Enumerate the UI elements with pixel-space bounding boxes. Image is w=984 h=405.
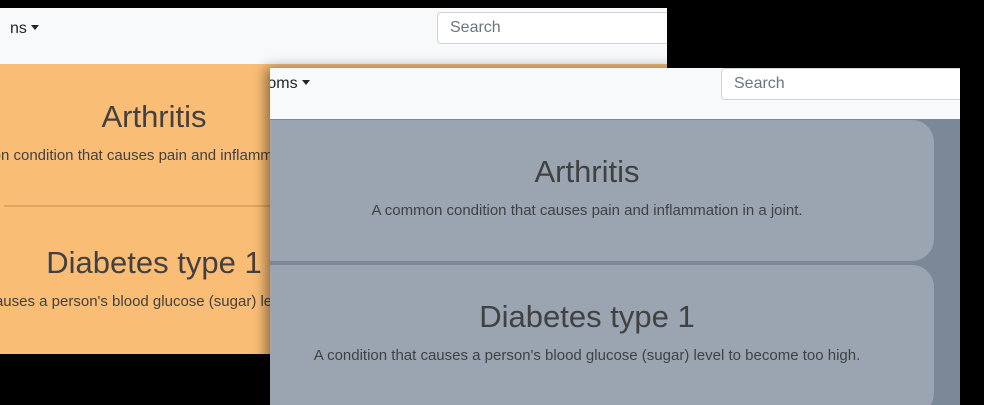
- symptoms-dropdown[interactable]: ns: [10, 20, 39, 38]
- condition-card-arthritis[interactable]: Arthritis A common condition that causes…: [270, 120, 934, 261]
- symptoms-dropdown[interactable]: ptoms: [270, 75, 310, 93]
- card-description: A common condition that causes pain and …: [371, 202, 803, 219]
- card-title: Arthritis: [534, 154, 640, 189]
- card-title: Diabetes type 1: [479, 299, 695, 334]
- condition-card-diabetes[interactable]: Diabetes type 1 A condition that causes …: [270, 265, 934, 405]
- dropdown-label: ns: [10, 20, 27, 37]
- navbar: ns: [0, 8, 667, 64]
- dropdown-label: ptoms: [270, 75, 298, 92]
- caret-down-icon: [301, 80, 310, 85]
- search-input[interactable]: [437, 12, 667, 44]
- navbar: ptoms: [270, 68, 960, 119]
- search-input[interactable]: [721, 68, 960, 100]
- caret-down-icon: [30, 25, 39, 30]
- front-window: ptoms Arthritis A common condition that …: [270, 68, 960, 405]
- card-description: A condition that causes a person's blood…: [313, 347, 861, 364]
